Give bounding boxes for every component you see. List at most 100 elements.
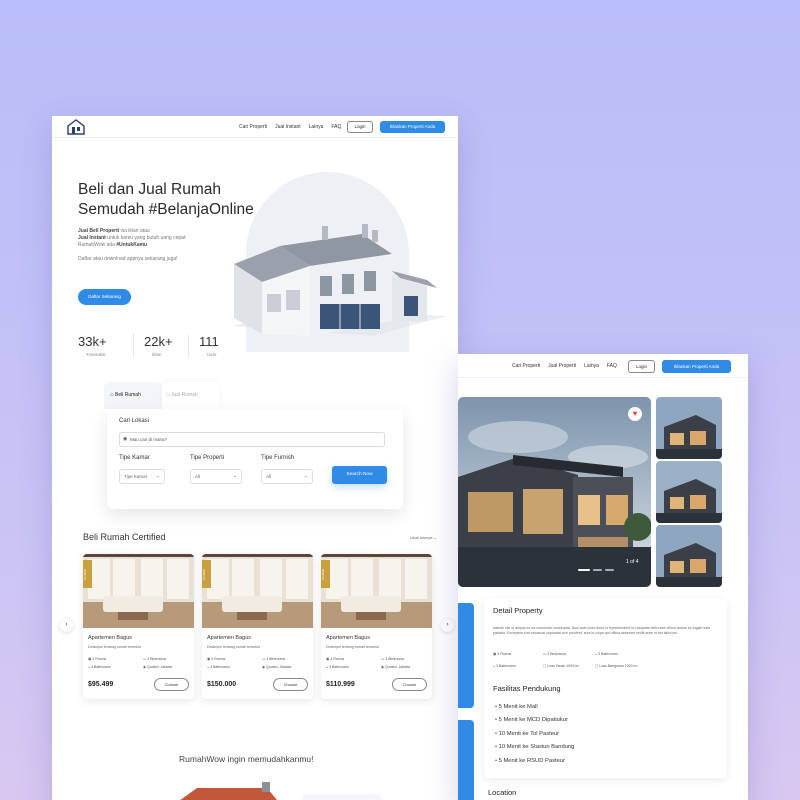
property-type-label: Tipe Properti [190,455,225,461]
property-price: $110.999 [326,681,355,688]
living-room-photo [321,554,432,628]
property-card[interactable]: Certified Apartemen Bagus Deskripsi tent… [83,554,194,699]
property-name: Apartemen Bagus [326,635,371,641]
certified-ribbon: Certified [321,560,330,588]
chevron-down-icon: ⌄ [155,473,160,479]
nav-link-lainya[interactable]: Lainya [309,124,324,130]
certified-section-title: Beli Rumah Certified [83,532,166,542]
house-icon: ⌂ [110,392,114,398]
choose-button[interactable]: Choose [392,678,427,691]
login-button[interactable]: Login [347,121,373,133]
side-panel-accent [458,720,474,800]
property-name: Apartemen Bagus [207,635,252,641]
spec-land-area: ▢ Luas Tanah 1000 m² [543,664,580,668]
location-input[interactable]: ◉ Mau cari di mana? [119,432,385,447]
stat-ads: 22k+ Iklan [133,334,188,357]
room-type-select[interactable]: Tipe Kamar ⌄ [119,469,165,484]
bathrooms-count: ◒ 3 Bathrooms [207,665,230,669]
house-roof-illustration [180,782,277,800]
rumahwow-logo-icon[interactable] [66,118,86,135]
register-now-button[interactable]: Daftar Sekarang [78,289,131,305]
top-navbar: Cari Properti Jual Properti Lainya FAQ L… [458,354,748,378]
property-price: $95.499 [88,681,114,688]
gallery-thumbnail[interactable] [656,461,722,523]
nav-link-cari-properti[interactable]: Cari Properti [239,124,267,130]
property-card[interactable]: Certified Apartemen Bagus Deskripsi tent… [321,554,432,699]
detail-title: Detail Property [493,606,543,615]
gallery-thumbnail[interactable] [656,525,722,587]
bathrooms-count: ◒ 3 Bathrooms [88,665,111,669]
house-icon: ⌂ [166,392,170,398]
see-more-link[interactable]: Lihat lainnya ⌄ [410,535,437,540]
facilities-title: Fasilitas Pendukung [493,684,561,693]
nav-link-faq[interactable]: FAQ [607,363,617,369]
facilities-list: 5 Menit ke Mall 5 Menit ke MCD Dipatiuku… [495,704,575,771]
spec-bedrooms: ▭ 3 Bedrooms [543,652,567,656]
detail-description: natoris nisi ut aliquip ex ea commodo co… [493,626,711,635]
login-button[interactable]: Login [628,360,655,373]
list-item: 10 Menit ke Tol Pasteur [495,731,574,744]
heart-icon[interactable]: ♥ [628,407,642,421]
tab-buy-house[interactable]: ⌂ Beli Rumah [104,382,162,409]
bedrooms-count: ▭ 3 Bedrooms [262,657,286,661]
choose-button[interactable]: Choose [273,678,308,691]
list-item: 5 Menit ke RSUD Pasteur [495,758,574,771]
gallery-thumbnail[interactable] [656,397,722,459]
room-type-label: Tipe Kamar [119,455,150,461]
certified-ribbon: Certified [83,560,92,588]
location-label: Cari Lokasi [119,418,150,424]
chevron-down-icon: ⌄ [232,473,237,479]
location-section-title: Location [488,788,517,797]
list-item: 5 Menit ke Mall [495,704,574,717]
stats-row: 33k+ Transaksi 22k+ Iklan 111 User [78,334,243,357]
property-description: Deskripsi tentang rumah tersebut [326,645,379,649]
nav-link-jual-instant[interactable]: Jual Instant [275,124,301,130]
property-location: ◉ Quoted, Jakarta [381,665,410,669]
advertise-property-button[interactable]: Iklankan Properti Anda [380,121,445,133]
furnish-type-select[interactable]: All ⌄ [261,469,313,484]
spec-bathrooms: ◒ 3 Bathrooms [595,652,618,656]
nav-link-jual-properti[interactable]: Jual Properti [548,363,576,369]
carousel-next-button[interactable]: › [441,619,454,632]
list-item: 10 Menit ke Stasiun Bandung [495,744,575,757]
detail-page-frame: Cari Properti Jual Properti Lainya FAQ L… [458,354,748,800]
landing-page-frame: Cari Properti Jual Instant Lainya FAQ Lo… [52,116,458,800]
property-main-photo[interactable] [458,397,651,587]
stat-transactions: 33k+ Transaksi [78,334,107,357]
property-location: ◉ Quoted, Jakarta [262,665,291,669]
nav-link-cari-properti[interactable]: Cari Properti [512,363,540,369]
living-room-photo [202,554,313,628]
property-card[interactable]: Certified Apartemen Bagus Deskripsi tent… [202,554,313,699]
property-price: $150.000 [207,681,237,688]
detail-property-card: Detail Property natoris nisi ut aliquip … [484,598,727,778]
choose-button[interactable]: Choose [154,678,189,691]
rooms-count: ▣ 3 Rooms [207,657,226,661]
hero-house-illustration [232,224,447,336]
spec-building-area: ▢ Luas Bangunan 1000 m² [595,664,638,668]
advertise-property-button[interactable]: Iklankan Properti Anda [662,360,731,373]
certified-ribbon: Certified [202,560,211,588]
rooms-count: ▣ 3 Rooms [88,657,107,661]
map-pin-icon: ◉ [123,436,128,442]
spec-rooms: ▣ 3 Rooms [493,652,512,656]
list-item: 5 Menit ke MCD Dipatiukur [495,717,574,730]
property-type-select[interactable]: All ⌄ [190,469,242,484]
carousel-prev-button[interactable]: ‹ [60,619,73,632]
bedrooms-count: ▭ 3 Bedrooms [143,657,167,661]
nav-link-faq[interactable]: FAQ [331,124,341,130]
bathrooms-count: ◒ 3 Bathrooms [326,665,349,669]
living-room-photo [83,554,194,628]
nav-link-lainya[interactable]: Lainya [584,363,599,369]
side-panel-accent [458,603,474,708]
spec-bathrooms: ◒ 3 Bathrooms [493,664,516,668]
gallery-pagination [578,569,614,571]
tab-sell-house[interactable]: ⌂ Jual Rumah [162,382,220,409]
search-now-button[interactable]: Search Now [332,466,387,484]
chevron-down-icon: ⌄ [303,473,308,479]
property-location: ◉ Quoted, Jakarta [143,665,172,669]
hero-description: Jual Beli Properti via iklan atau Jual I… [78,228,186,248]
decorative-card [302,794,382,800]
rooms-count: ▣ 3 Rooms [326,657,345,661]
property-description: Deskripsi tentang rumah tersebut [207,645,260,649]
top-navbar: Cari Properti Jual Instant Lainya FAQ Lo… [52,116,458,138]
